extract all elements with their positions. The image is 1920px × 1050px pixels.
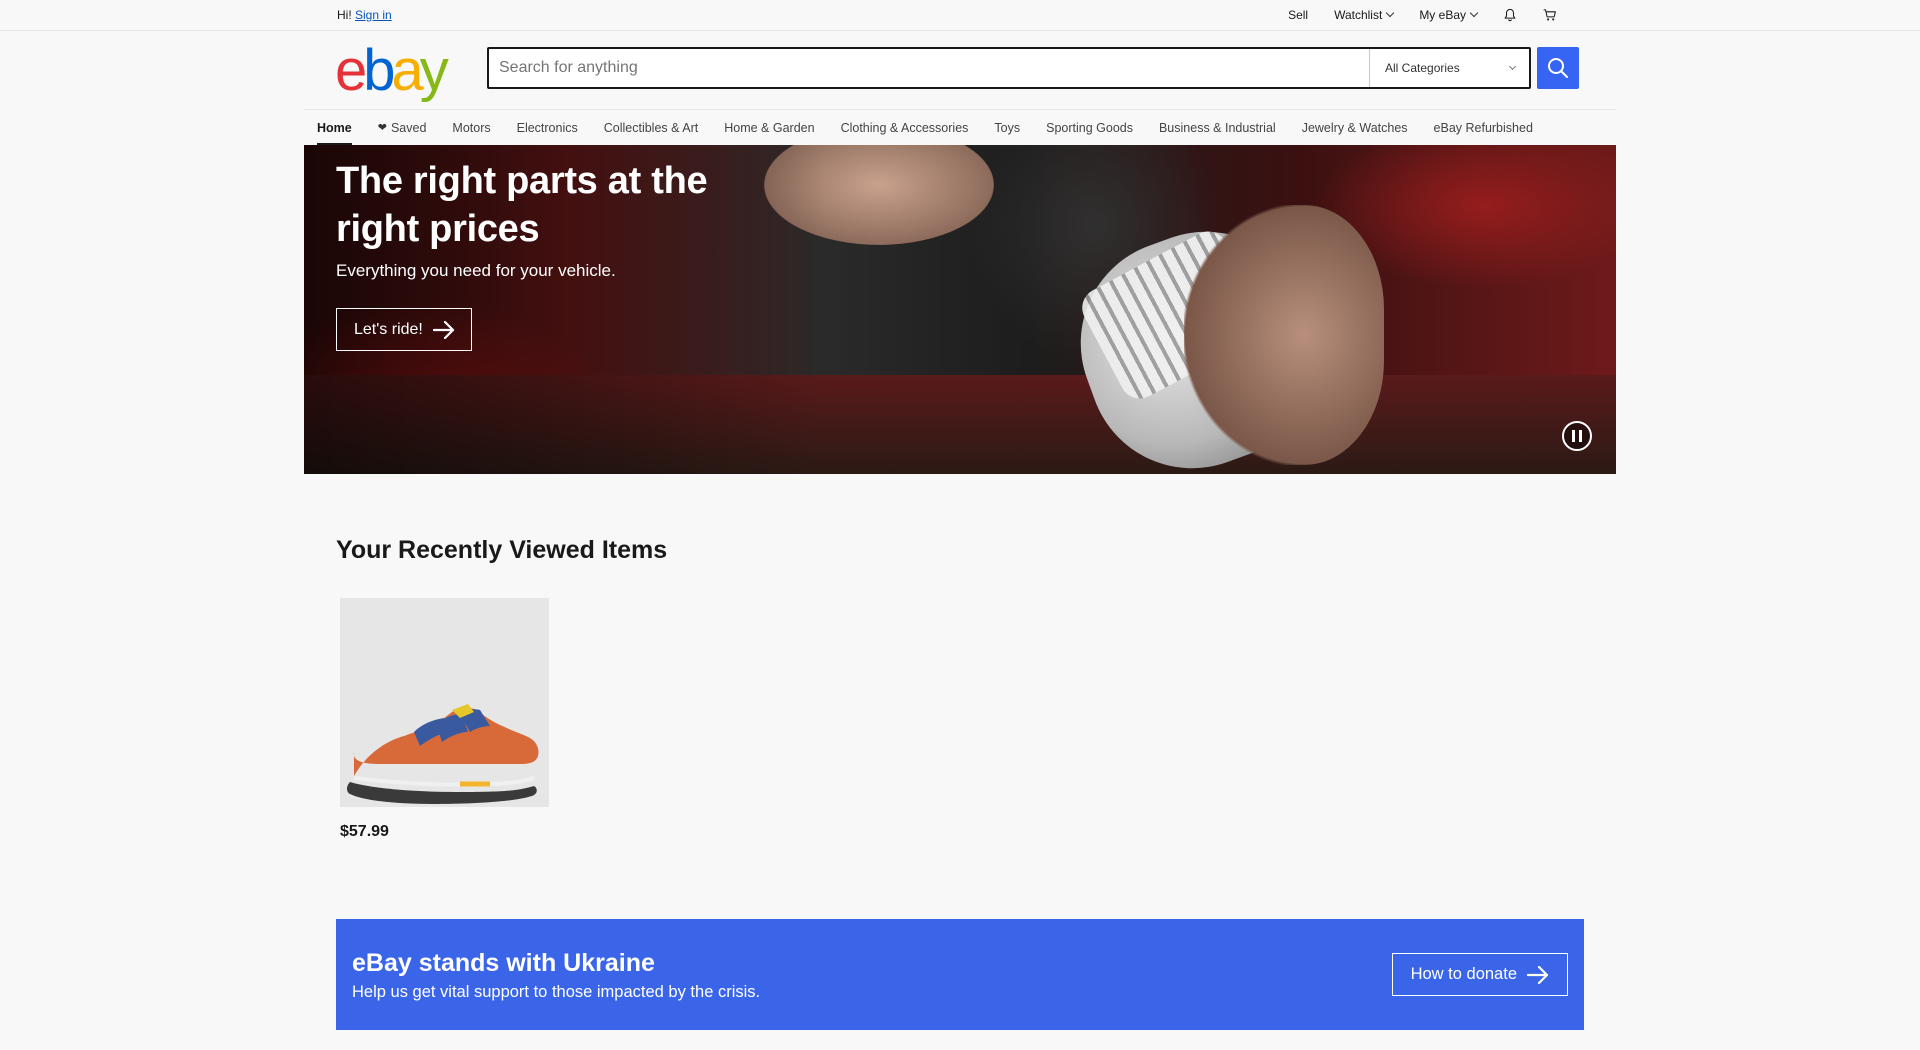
- nav-label: Electronics: [516, 120, 578, 135]
- my-ebay-dropdown[interactable]: My eBay: [1406, 0, 1490, 30]
- chevron-down-icon: [1469, 8, 1479, 18]
- nav-label: Toys: [994, 120, 1021, 135]
- banner-title: eBay stands with Ukraine: [352, 949, 655, 977]
- category-label: All Categories: [1385, 61, 1460, 75]
- header: ebay All Categories: [0, 31, 1920, 110]
- nav-item-home-garden[interactable]: Home & Garden: [711, 110, 827, 146]
- arrow-right-icon: [1527, 965, 1549, 984]
- recent-item-image[interactable]: [340, 598, 549, 807]
- donate-label: How to donate: [1410, 965, 1517, 983]
- sell-label: Sell: [1288, 8, 1309, 22]
- category-nav: Home ❤ Saved Motors Electronics Collectib…: [304, 109, 1616, 146]
- greeting: Hi! Sign in: [337, 8, 392, 22]
- nav-item-electronics[interactable]: Electronics: [504, 110, 591, 146]
- nav-item-collectibles-art[interactable]: Collectibles & Art: [591, 110, 711, 146]
- bell-icon: [1504, 8, 1516, 22]
- recent-item-price: $57.99: [340, 823, 389, 840]
- nav-label: Home & Garden: [724, 120, 815, 135]
- nav-item-jewelry-watches[interactable]: Jewelry & Watches: [1289, 110, 1421, 146]
- nav-item-motors[interactable]: Motors: [439, 110, 503, 146]
- heart-icon: ❤: [377, 122, 387, 134]
- nav-label: eBay Refurbished: [1433, 120, 1533, 135]
- logo-letter-y: y: [419, 38, 449, 103]
- nav-item-business-industrial[interactable]: Business & Industrial: [1146, 110, 1289, 146]
- logo-letter-b: b: [363, 38, 395, 103]
- search-button[interactable]: [1537, 47, 1579, 89]
- recently-viewed-title: Your Recently Viewed Items: [336, 536, 668, 564]
- hero-subtitle: Everything you need for your vehicle.: [336, 261, 616, 280]
- sell-link[interactable]: Sell: [1275, 0, 1321, 30]
- cart-button[interactable]: [1530, 0, 1570, 30]
- nav-item-ebay-refurbished[interactable]: eBay Refurbished: [1421, 110, 1546, 146]
- search-input[interactable]: [489, 49, 1369, 87]
- donate-button[interactable]: How to donate: [1391, 953, 1568, 996]
- nav-item-sporting-goods[interactable]: Sporting Goods: [1033, 110, 1146, 146]
- hero-cta-label: Let's ride!: [354, 320, 423, 338]
- category-select[interactable]: All Categories: [1369, 49, 1529, 87]
- nav-item-saved[interactable]: ❤ Saved: [365, 110, 440, 146]
- sneaker-icon: [347, 704, 539, 804]
- nav-item-clothing-accessories[interactable]: Clothing & Accessories: [828, 110, 982, 146]
- nav-label: Clothing & Accessories: [840, 120, 969, 135]
- nav-label: Collectibles & Art: [603, 120, 699, 135]
- ukraine-banner: eBay stands with Ukraine Help us get vit…: [336, 919, 1584, 1030]
- hero-image-hand: [1184, 205, 1384, 465]
- logo-letter-a: a: [391, 38, 424, 103]
- nav-label: Jewelry & Watches: [1301, 120, 1408, 135]
- search-box: All Categories: [487, 47, 1531, 89]
- nav-label: Motors: [452, 120, 491, 135]
- nav-item-home[interactable]: Home: [304, 110, 365, 146]
- arrow-right-icon: [432, 320, 454, 339]
- nav-item-toys[interactable]: Toys: [981, 110, 1033, 146]
- hero-cta-button[interactable]: Let's ride!: [336, 308, 472, 351]
- hero-banner[interactable]: The right parts at the right prices Ever…: [304, 145, 1616, 474]
- recent-item-card[interactable]: $57.99: [340, 598, 549, 841]
- nav-label: Business & Industrial: [1158, 120, 1276, 135]
- nav-label: Sporting Goods: [1046, 120, 1133, 135]
- top-utility-bar: Hi! Sign in Sell Watchlist My eBay: [0, 0, 1920, 31]
- my-ebay-label: My eBay: [1419, 8, 1466, 22]
- greeting-text: Hi!: [337, 8, 352, 22]
- top-actions: Sell Watchlist My eBay: [1275, 0, 1570, 30]
- cart-icon: [1543, 9, 1556, 21]
- hero-title: The right parts at the right prices: [336, 160, 708, 250]
- nav-label: Home: [317, 120, 352, 135]
- pause-button[interactable]: [1562, 421, 1592, 451]
- banner-subtitle: Help us get vital support to those impac…: [352, 983, 761, 1001]
- watchlist-label: Watchlist: [1334, 8, 1383, 22]
- logo-letter-e: e: [335, 38, 367, 103]
- chevron-down-icon: [1508, 62, 1517, 70]
- watchlist-dropdown[interactable]: Watchlist: [1321, 0, 1406, 30]
- pause-icon: [1572, 430, 1575, 442]
- notifications-button[interactable]: [1490, 0, 1530, 30]
- pause-icon: [1579, 430, 1582, 442]
- ebay-logo[interactable]: ebay: [335, 38, 449, 103]
- search-icon: [1548, 58, 1568, 78]
- nav-label: Saved: [390, 120, 427, 135]
- sign-in-link[interactable]: Sign in: [355, 8, 392, 22]
- chevron-down-icon: [1386, 8, 1395, 18]
